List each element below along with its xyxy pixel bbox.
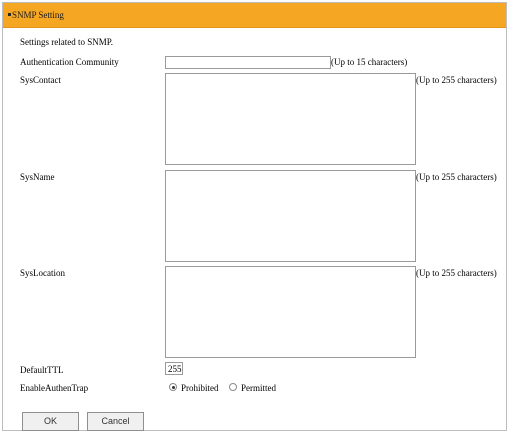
auth-community-input[interactable] bbox=[165, 56, 331, 69]
radio-permitted[interactable] bbox=[229, 383, 237, 391]
defaultttl-label: DefaultTTL bbox=[20, 365, 64, 375]
intro-text: Settings related to SNMP. bbox=[20, 37, 114, 47]
radio-prohibited[interactable] bbox=[169, 383, 177, 391]
radio-permitted-label: Permitted bbox=[241, 383, 276, 393]
cancel-button[interactable]: Cancel bbox=[87, 412, 144, 431]
radio-prohibited-label: Prohibited bbox=[181, 383, 219, 393]
auth-community-hint: (Up to 15 characters) bbox=[331, 57, 408, 67]
syslocation-hint: (Up to 255 characters) bbox=[416, 268, 497, 278]
syslocation-label: SysLocation bbox=[20, 268, 65, 278]
bullet-icon bbox=[8, 13, 11, 16]
sysname-hint: (Up to 255 characters) bbox=[416, 172, 497, 182]
radio-selected-dot bbox=[171, 385, 175, 389]
syscontact-hint: (Up to 255 characters) bbox=[416, 75, 497, 85]
panel-title: SNMP Setting bbox=[8, 10, 64, 20]
sysname-label: SysName bbox=[20, 172, 55, 182]
syscontact-textarea[interactable] bbox=[165, 73, 416, 165]
defaultttl-input[interactable]: 255 bbox=[165, 362, 183, 375]
panel-header: SNMP Setting bbox=[3, 3, 506, 28]
syslocation-textarea[interactable] bbox=[165, 266, 416, 358]
sysname-textarea[interactable] bbox=[165, 170, 416, 262]
enableauthentrap-label: EnableAuthenTrap bbox=[20, 383, 89, 393]
snmp-setting-panel: SNMP Setting Settings related to SNMP. A… bbox=[2, 2, 507, 431]
auth-community-label: Authentication Community bbox=[20, 57, 119, 67]
panel-title-text: SNMP Setting bbox=[12, 10, 64, 20]
syscontact-label: SysContact bbox=[20, 75, 62, 85]
ok-button[interactable]: OK bbox=[22, 412, 79, 431]
